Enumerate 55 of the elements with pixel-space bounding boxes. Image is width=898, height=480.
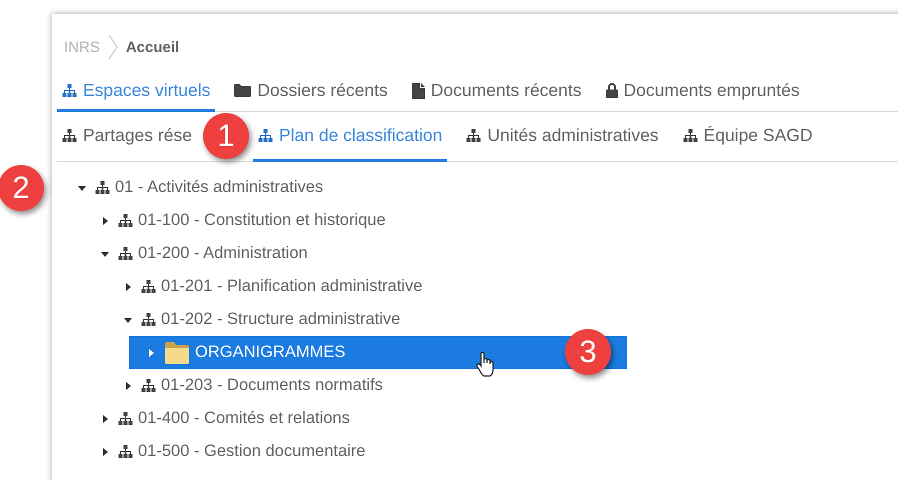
- sitemap-icon: [466, 129, 482, 142]
- tree-row[interactable]: 01 - Activités administratives: [60, 171, 324, 204]
- breadcrumb-item: Accueil: [126, 38, 180, 56]
- tab[interactable]: Unités administratives: [461, 112, 664, 162]
- sitemap-icon: [118, 247, 133, 260]
- folder-name: ORGANIGRAMMES: [195, 343, 346, 362]
- caret-icon[interactable]: [124, 316, 132, 324]
- sitemap-icon: [118, 445, 133, 458]
- node-label: 01-202 - Structure administrative: [161, 310, 400, 329]
- sitemap-icon: [141, 379, 156, 392]
- node-label: 01 - Activités administratives: [115, 178, 324, 197]
- caret-icon[interactable]: [124, 382, 132, 390]
- tree-row[interactable]: 01-202 - Structure administrative: [106, 303, 400, 336]
- sitemap-icon: [682, 129, 698, 142]
- sitemap-icon: [141, 313, 156, 326]
- node-label: 01-203 - Documents normatifs: [161, 376, 383, 395]
- sitemap-icon: [62, 129, 77, 142]
- chevron-icon: [108, 34, 118, 60]
- tree-row[interactable]: 01-203 - Documents normatifs: [106, 369, 383, 402]
- caret-icon[interactable]: [78, 184, 86, 192]
- tree-row[interactable]: 01-400 - Comités et relations: [83, 402, 350, 435]
- node-label: 01-400 - Comités et relations: [138, 409, 350, 428]
- tab[interactable]: Documents récents: [406, 72, 587, 112]
- caret-icon[interactable]: [101, 414, 109, 422]
- node-label: 01-200 - Administration: [138, 244, 308, 263]
- tree-row[interactable]: 01-100 - Constitution et historique: [83, 204, 386, 237]
- step-badge: 2: [0, 165, 44, 211]
- node-label: 01-100 - Constitution et historique: [138, 211, 386, 230]
- caret-icon[interactable]: [124, 282, 132, 290]
- tab[interactable]: Espaces virtuels: [57, 72, 216, 112]
- lock-icon: [606, 83, 618, 98]
- step-badge: 1: [202, 113, 249, 159]
- sitemap-icon: [258, 129, 273, 142]
- tab[interactable]: Plan de classification: [252, 112, 448, 162]
- tree-row[interactable]: 01-201 - Planification administrative: [106, 270, 422, 303]
- sitemap-icon: [95, 181, 110, 194]
- caret-icon[interactable]: [101, 250, 109, 258]
- tab[interactable]: Équipe SAGD: [678, 112, 818, 162]
- document-icon: [412, 82, 425, 98]
- node-label: 01-500 - Gestion documentaire: [138, 442, 366, 461]
- folder-icon: [164, 340, 190, 364]
- sitemap-icon: [141, 280, 156, 293]
- folder-icon: [234, 84, 252, 97]
- tab[interactable]: Documents empruntés: [600, 72, 805, 112]
- node-label: 01-201 - Planification administrative: [161, 277, 422, 296]
- tab[interactable]: Partages rése: [57, 112, 197, 162]
- caret-icon[interactable]: [101, 448, 109, 456]
- step-badge: 3: [565, 329, 611, 375]
- caret-icon[interactable]: [101, 216, 109, 224]
- sitemap-icon: [62, 84, 77, 97]
- tree-row[interactable]: 01-500 - Gestion documentaire: [83, 435, 366, 468]
- sitemap-icon: [118, 214, 133, 227]
- sitemap-icon: [118, 412, 133, 425]
- tab[interactable]: Dossiers récents: [229, 72, 393, 112]
- tree-row[interactable]: 01-200 - Administration: [83, 237, 308, 270]
